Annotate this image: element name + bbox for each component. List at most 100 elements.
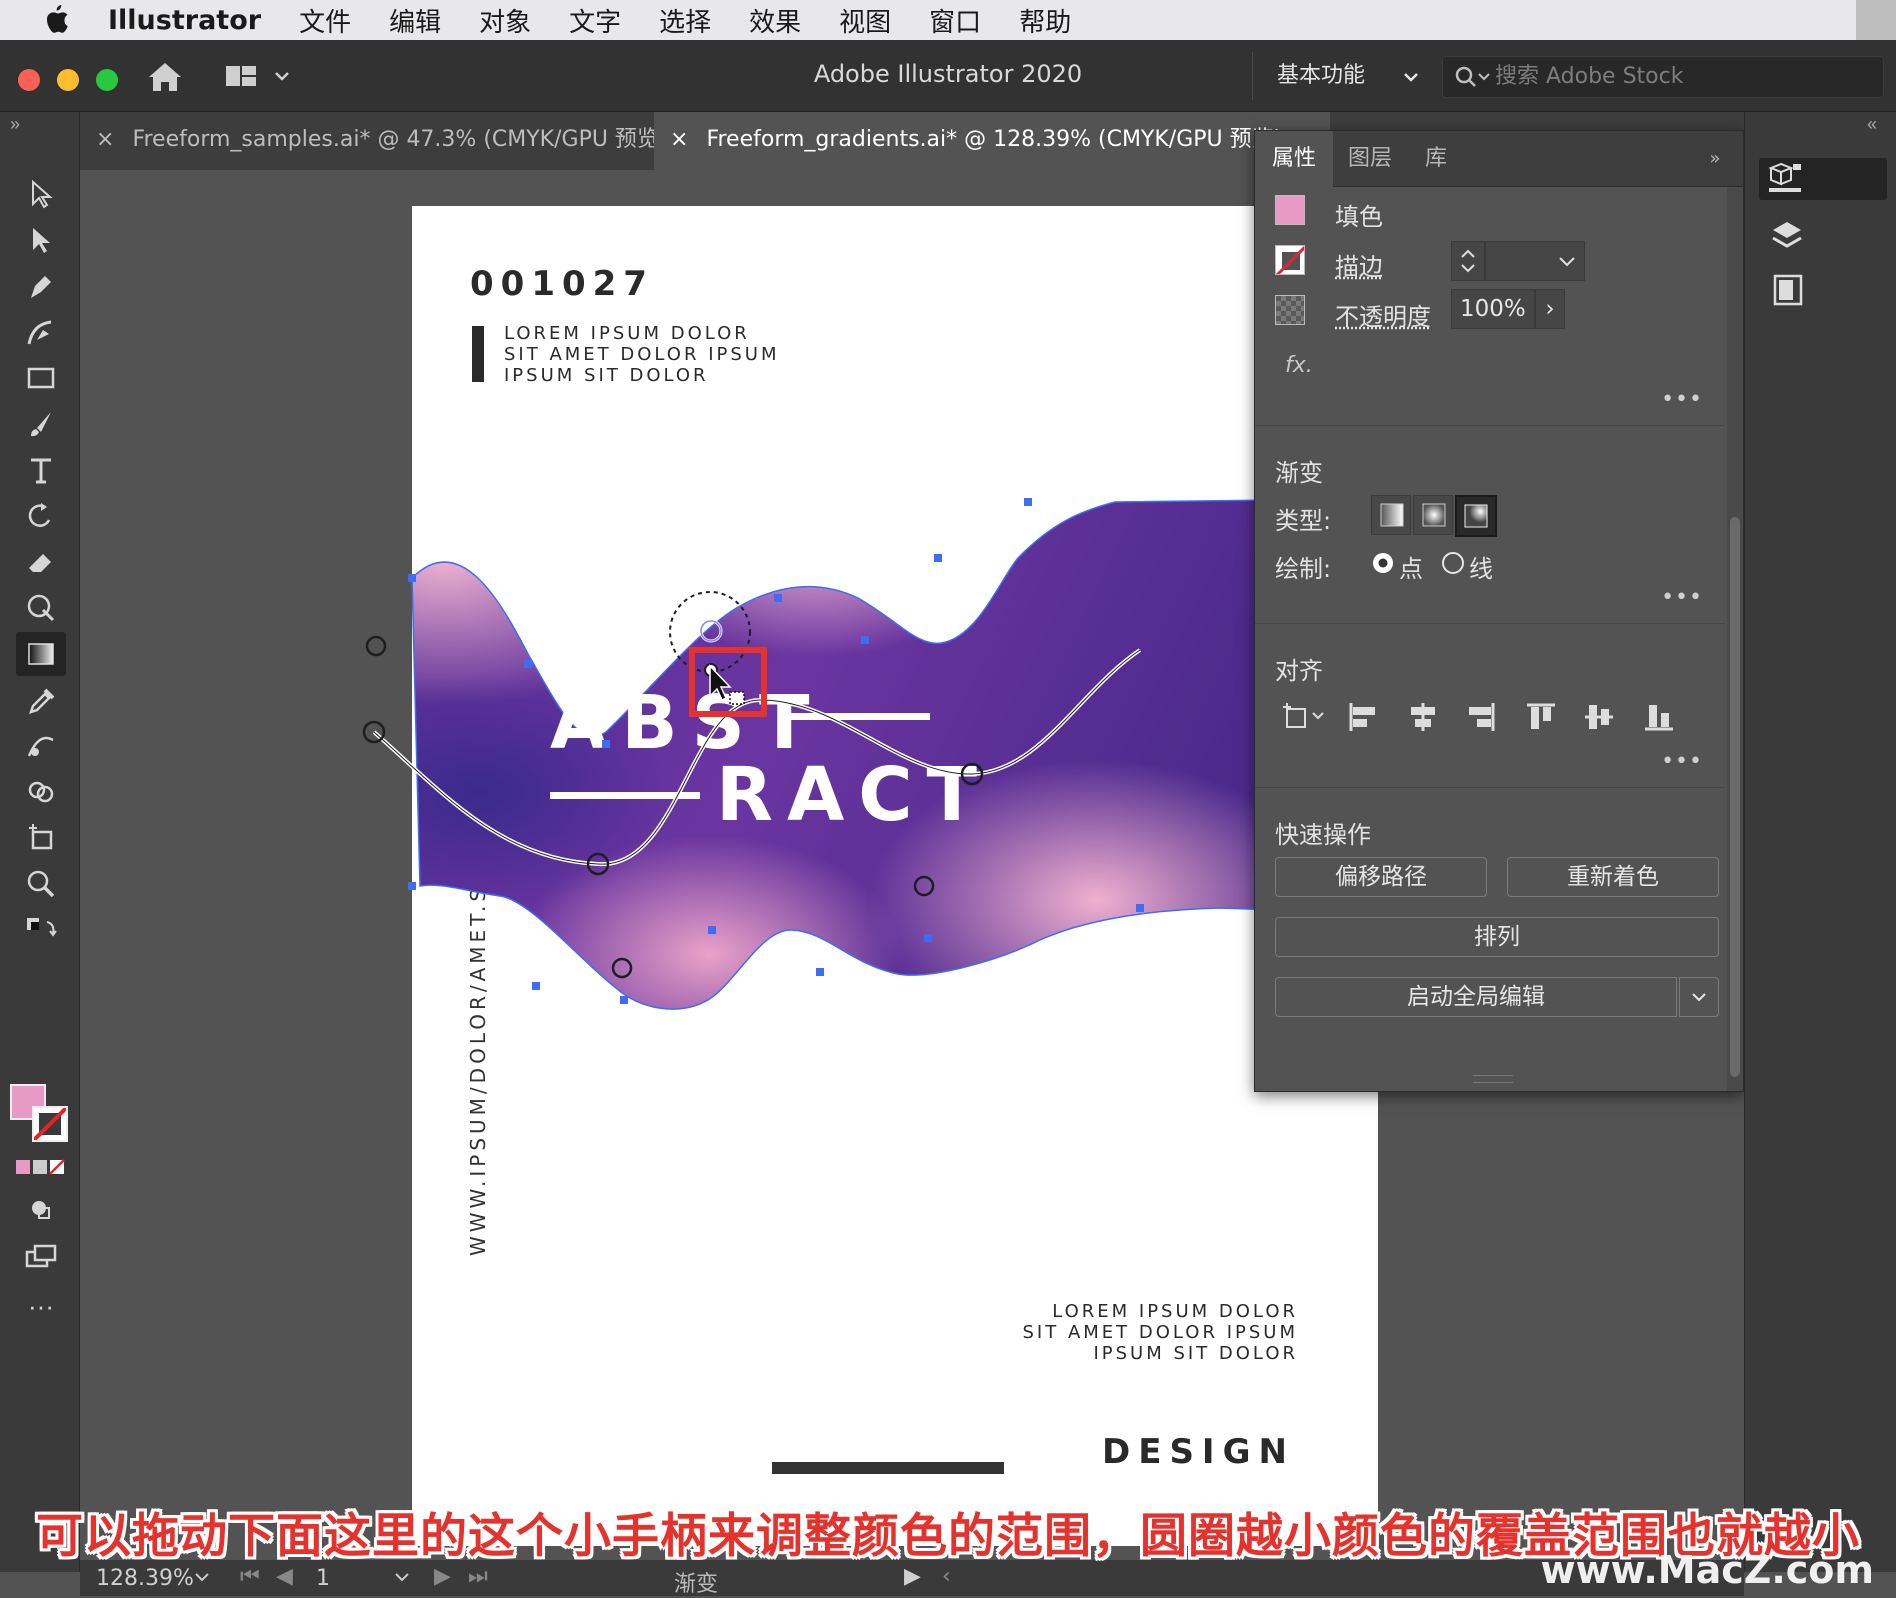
draw-line-radio[interactable] bbox=[1441, 549, 1467, 581]
menubar-status-item[interactable] bbox=[1856, 0, 1896, 40]
align-horizontal-center-icon[interactable] bbox=[1405, 699, 1441, 739]
tab-layers[interactable]: 图层 bbox=[1333, 131, 1407, 187]
next-artboard-icon[interactable]: ▶ bbox=[434, 1564, 451, 1589]
arrange-button[interactable]: 排列 bbox=[1275, 917, 1719, 957]
menu-select[interactable]: 选择 bbox=[659, 2, 711, 39]
align-right-icon[interactable] bbox=[1463, 699, 1499, 739]
tools-panel: » ··· bbox=[0, 112, 80, 1572]
radial-gradient-button[interactable] bbox=[1413, 495, 1453, 535]
global-edit-options-button[interactable] bbox=[1679, 977, 1719, 1017]
zoom-field[interactable]: 128.39% bbox=[96, 1566, 194, 1591]
drawing-modes-icon[interactable] bbox=[16, 1188, 66, 1232]
menu-window[interactable]: 窗口 bbox=[929, 2, 981, 39]
align-vertical-center-icon[interactable] bbox=[1581, 699, 1617, 739]
artboard-tool-icon[interactable] bbox=[16, 816, 66, 860]
gradient-more-icon[interactable]: ••• bbox=[1661, 585, 1703, 610]
draw-mode-label: 绘制: bbox=[1275, 555, 1332, 583]
panel-menu-icon[interactable]: » bbox=[1695, 131, 1735, 187]
close-tab-icon[interactable]: × bbox=[670, 127, 688, 152]
appearance-more-icon[interactable]: ••• bbox=[1661, 387, 1703, 412]
shape-builder-tool-icon[interactable] bbox=[16, 770, 66, 814]
color-mode-icons[interactable] bbox=[16, 1146, 66, 1190]
align-to-selection-icon[interactable] bbox=[1279, 699, 1329, 739]
prev-artboard-icon[interactable]: ◀ bbox=[276, 1564, 293, 1589]
recolor-button[interactable]: 重新着色 bbox=[1507, 857, 1719, 897]
linear-gradient-button[interactable] bbox=[1371, 495, 1411, 535]
tab-properties[interactable]: 属性 bbox=[1255, 131, 1333, 187]
align-left-icon[interactable] bbox=[1345, 699, 1381, 739]
stock-search-placeholder: 搜索 Adobe Stock bbox=[1495, 64, 1684, 89]
fx-button[interactable]: fx. bbox=[1285, 353, 1755, 378]
blend-tool-icon[interactable] bbox=[16, 724, 66, 768]
pen-tool-icon[interactable] bbox=[16, 264, 66, 308]
libraries-icon[interactable] bbox=[1763, 268, 1819, 312]
paintbrush-tool-icon[interactable] bbox=[16, 402, 66, 446]
opacity-chevron-icon[interactable]: › bbox=[1535, 289, 1565, 329]
opacity-label[interactable]: 不透明度 bbox=[1335, 297, 1805, 332]
direct-selection-tool-icon[interactable] bbox=[16, 218, 66, 262]
tab-libraries[interactable]: 库 bbox=[1407, 131, 1465, 187]
menu-app-name[interactable]: Illustrator bbox=[108, 5, 261, 36]
dock-properties-button[interactable] bbox=[1759, 158, 1887, 200]
first-artboard-icon[interactable]: ⏮ bbox=[240, 1564, 260, 1589]
cursor-badge-icon bbox=[729, 691, 745, 705]
gradient-tool-icon[interactable] bbox=[16, 632, 66, 676]
menu-effect[interactable]: 效果 bbox=[749, 2, 801, 39]
zoom-dropdown-icon[interactable] bbox=[192, 1562, 212, 1598]
selection-tool-icon[interactable] bbox=[16, 172, 66, 216]
tab-freeform-gradients[interactable]: × Freeform_gradients.ai* @ 128.39% (CMYK/… bbox=[654, 112, 1330, 170]
last-artboard-icon[interactable]: ⏭ bbox=[468, 1564, 488, 1589]
tab-freeform-samples[interactable]: × Freeform_samples.ai* @ 47.3% (CMYK/GPU … bbox=[80, 112, 654, 170]
start-global-edit-button[interactable]: 启动全局编辑 bbox=[1275, 977, 1677, 1017]
edit-toolbar-icon[interactable]: ··· bbox=[16, 1284, 66, 1328]
draw-point-radio[interactable] bbox=[1371, 549, 1397, 581]
apple-icon[interactable] bbox=[40, 3, 80, 37]
mac-menubar: Illustrator 文件 编辑 对象 文字 选择 效果 视图 窗口 帮助 bbox=[0, 0, 1896, 40]
screen-mode-icon[interactable] bbox=[16, 1234, 66, 1278]
stroke-stepper[interactable] bbox=[1451, 241, 1485, 281]
type-tool-icon[interactable] bbox=[16, 448, 66, 492]
workspace-switcher[interactable]: 基本功能 bbox=[1252, 52, 1436, 100]
watermark: www.MacZ.com bbox=[1540, 1548, 1874, 1592]
menu-help[interactable]: 帮助 bbox=[1019, 2, 1071, 39]
rectangle-tool-icon[interactable] bbox=[16, 356, 66, 400]
swap-fill-stroke-icon[interactable] bbox=[16, 908, 66, 952]
fill-swatch[interactable] bbox=[1275, 195, 1305, 225]
align-top-icon[interactable] bbox=[1523, 699, 1559, 739]
opacity-field[interactable]: 100% bbox=[1451, 289, 1535, 329]
status-menu-icon[interactable]: ▶ bbox=[904, 1564, 921, 1589]
panel-resize-grip[interactable] bbox=[1473, 1075, 1513, 1083]
collapse-dock-icon[interactable]: « bbox=[1867, 114, 1877, 135]
eyedropper-tool-icon[interactable] bbox=[16, 678, 66, 722]
puppet-warp-tool-icon[interactable] bbox=[16, 586, 66, 630]
menu-edit[interactable]: 编辑 bbox=[389, 2, 441, 39]
eraser-tool-icon[interactable] bbox=[16, 540, 66, 584]
menu-file[interactable]: 文件 bbox=[299, 2, 351, 39]
layers-icon[interactable] bbox=[1763, 216, 1819, 260]
stroke-weight-field[interactable] bbox=[1485, 241, 1585, 281]
scroll-left-icon[interactable]: ‹ bbox=[942, 1564, 951, 1589]
offset-path-button[interactable]: 偏移路径 bbox=[1275, 857, 1487, 897]
artboard-number-field[interactable]: 1 bbox=[316, 1566, 330, 1591]
stroke-none-swatch[interactable] bbox=[32, 1106, 68, 1142]
align-bottom-icon[interactable] bbox=[1641, 699, 1677, 739]
stock-search-field[interactable]: 搜索 Adobe Stock bbox=[1442, 56, 1884, 98]
menu-type[interactable]: 文字 bbox=[569, 2, 621, 39]
align-more-icon[interactable]: ••• bbox=[1661, 749, 1703, 774]
menu-view[interactable]: 视图 bbox=[839, 2, 891, 39]
current-tool-label: 渐变 bbox=[674, 1572, 719, 1597]
close-tab-icon[interactable]: × bbox=[96, 127, 114, 152]
menu-object[interactable]: 对象 bbox=[479, 2, 531, 39]
zoom-tool-icon[interactable] bbox=[16, 862, 66, 906]
art-abstract-rule bbox=[780, 713, 930, 720]
stroke-swatch[interactable] bbox=[1275, 245, 1305, 275]
collapse-panel-icon[interactable]: » bbox=[10, 114, 20, 135]
scrollbar-thumb[interactable] bbox=[1730, 517, 1740, 1077]
freeform-gradient-button[interactable] bbox=[1455, 495, 1497, 537]
workspace-label: 基本功能 bbox=[1277, 63, 1366, 88]
gradient-type-label: 类型: bbox=[1275, 507, 1332, 535]
curvature-tool-icon[interactable] bbox=[16, 310, 66, 354]
gradient-color-stop[interactable] bbox=[365, 635, 387, 657]
rotate-tool-icon[interactable] bbox=[16, 494, 66, 538]
artboard-dropdown-icon[interactable] bbox=[392, 1562, 412, 1598]
